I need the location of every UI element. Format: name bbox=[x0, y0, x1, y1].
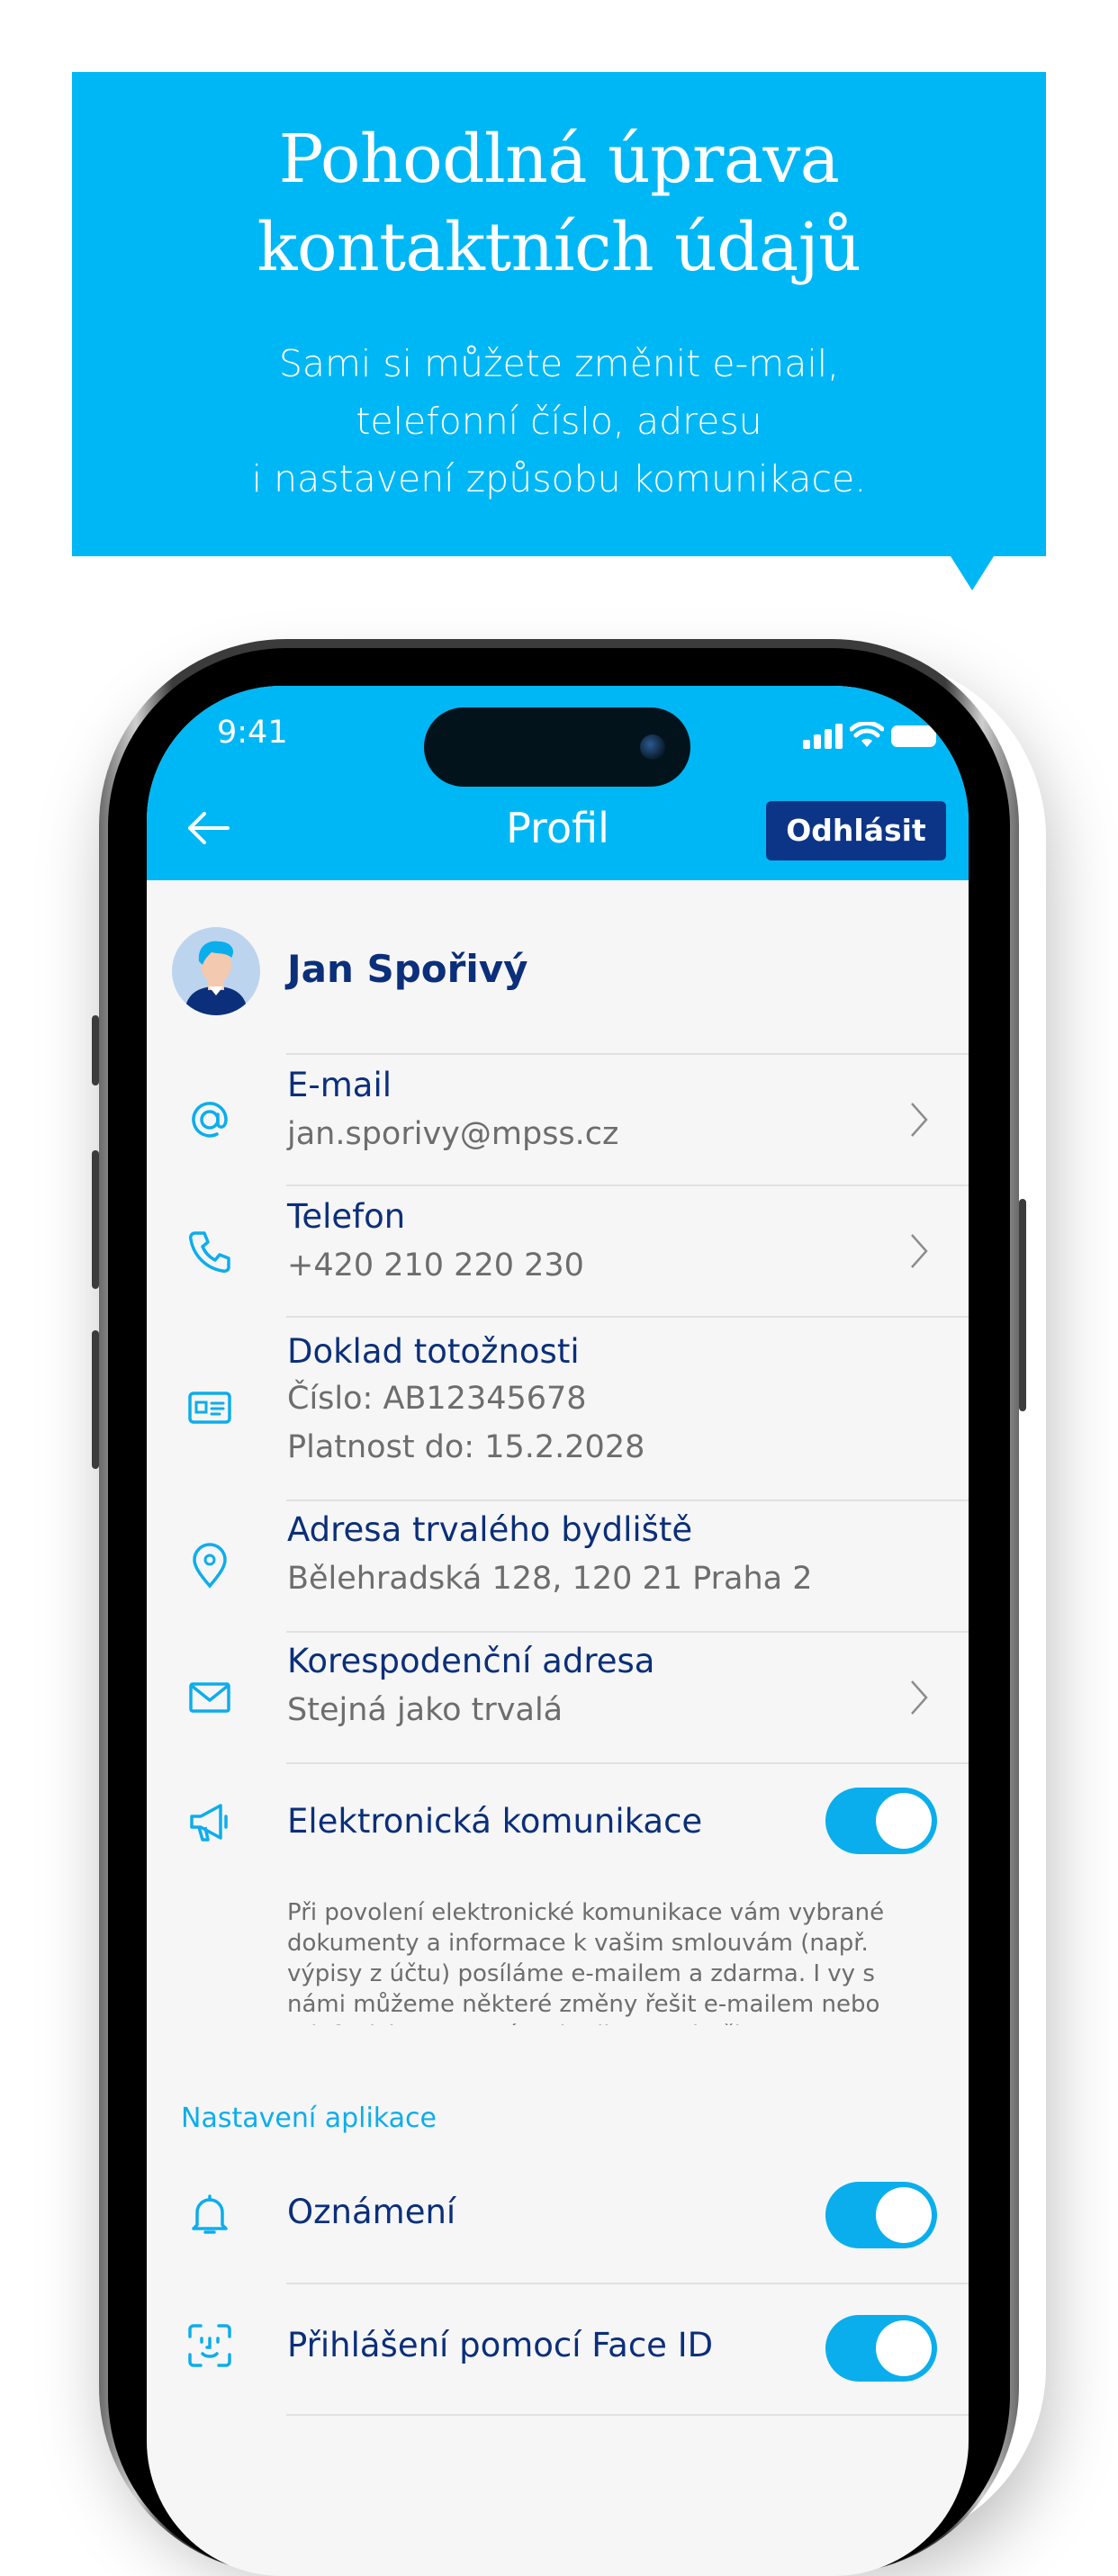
signal-icon bbox=[803, 724, 843, 749]
volume-down-button bbox=[92, 1330, 99, 1469]
face-id-row: Přihlášení pomocí Face ID bbox=[147, 2284, 969, 2412]
location-pin-icon bbox=[193, 1543, 227, 1589]
permanent-address-row: Adresa trvalého bydliště Bělehradská 128… bbox=[147, 1501, 969, 1631]
app-screen: 9:41 Profil Odhlásit Jan Spořivý E-mail … bbox=[147, 686, 969, 2576]
email-row[interactable]: E-mail jan.sporivy@mpss.cz bbox=[147, 1055, 969, 1184]
electronic-communication-label: Elektronická komunikace bbox=[287, 1802, 703, 1841]
electronic-communication-toggle[interactable] bbox=[825, 1788, 937, 1854]
promo-banner: Pohodlná úprava kontaktních údajů Sami s… bbox=[72, 72, 1046, 590]
banner-subtitle: Sami si můžete změnit e-mail, telefonní … bbox=[72, 335, 1046, 508]
wifi-icon bbox=[850, 722, 884, 747]
power-button bbox=[1019, 1199, 1026, 1411]
user-name: Jan Spořivý bbox=[287, 947, 528, 991]
banner-title: Pohodlná úprava kontaktních údajů bbox=[72, 115, 1046, 292]
divider bbox=[286, 2414, 969, 2416]
envelope-icon bbox=[189, 1682, 230, 1713]
logout-button[interactable]: Odhlásit bbox=[766, 801, 946, 860]
notifications-toggle[interactable] bbox=[825, 2182, 937, 2248]
banner-subtitle-line-1: Sami si můžete změnit e-mail, bbox=[278, 342, 840, 385]
face-id-label: Přihlášení pomocí Face ID bbox=[287, 2326, 714, 2364]
id-document-row: Doklad totožnosti Číslo: AB12345678 Plat… bbox=[147, 1318, 969, 1500]
chevron-right-icon bbox=[911, 1680, 928, 1715]
banner-title-line-1: Pohodlná úprava bbox=[278, 121, 840, 198]
toggle-knob bbox=[876, 1793, 932, 1849]
battery-icon bbox=[891, 725, 936, 747]
megaphone-icon bbox=[190, 1804, 228, 1842]
phone-icon bbox=[189, 1231, 230, 1273]
app-settings-heading: Nastavení aplikace bbox=[181, 2103, 437, 2134]
phone-value: +420 210 220 230 bbox=[287, 1247, 584, 1283]
camera-icon bbox=[640, 734, 665, 760]
electronic-communication-row: Elektronická komunikace bbox=[147, 1764, 969, 1890]
bell-icon bbox=[192, 2194, 228, 2234]
notifications-label: Oznámení bbox=[287, 2193, 456, 2231]
avatar bbox=[172, 927, 260, 1015]
mute-switch bbox=[92, 1015, 99, 1085]
notifications-row: Oznámení bbox=[147, 2151, 969, 2279]
email-label: E-mail bbox=[287, 1066, 392, 1104]
chevron-right-icon bbox=[911, 1234, 928, 1268]
app-header: 9:41 Profil Odhlásit bbox=[147, 686, 969, 880]
permanent-address-value: Bělehradská 128, 120 21 Praha 2 bbox=[287, 1561, 813, 1597]
banner-title-line-2: kontaktních údajů bbox=[257, 209, 861, 286]
status-time: 9:41 bbox=[217, 715, 288, 751]
permanent-address-label: Adresa trvalého bydliště bbox=[287, 1510, 693, 1549]
banner-pointer bbox=[951, 556, 994, 590]
phone-label: Telefon bbox=[287, 1197, 406, 1236]
banner-subtitle-line-2: telefonní číslo, adresu bbox=[356, 400, 762, 443]
email-value: jan.sporivy@mpss.cz bbox=[287, 1116, 619, 1152]
chevron-right-icon bbox=[911, 1103, 928, 1137]
dynamic-island bbox=[424, 707, 690, 787]
banner-subtitle-line-3: i nastavení způsobu komunikace. bbox=[251, 457, 867, 500]
id-document-validity: Platnost do: 15.2.2028 bbox=[287, 1429, 645, 1465]
electronic-communication-info: Při povolení elektronické komunikace vám… bbox=[287, 1899, 885, 2025]
id-document-number: Číslo: AB12345678 bbox=[287, 1381, 587, 1417]
correspondence-address-row[interactable]: Korespodenční adresa Stejná jako trvalá bbox=[147, 1633, 969, 1762]
phone-row[interactable]: Telefon +420 210 220 230 bbox=[147, 1186, 969, 1316]
at-icon bbox=[192, 1102, 228, 1138]
face-id-toggle[interactable] bbox=[825, 2315, 937, 2382]
toggle-knob bbox=[876, 2320, 932, 2376]
correspondence-address-label: Korespodenční adresa bbox=[287, 1642, 655, 1680]
toggle-knob bbox=[876, 2187, 932, 2243]
volume-up-button bbox=[92, 1150, 99, 1289]
face-id-icon bbox=[188, 2324, 231, 2367]
id-document-label: Doklad totožnosti bbox=[287, 1332, 580, 1371]
id-card-icon bbox=[188, 1392, 231, 1424]
correspondence-address-value: Stejná jako trvalá bbox=[287, 1692, 564, 1728]
